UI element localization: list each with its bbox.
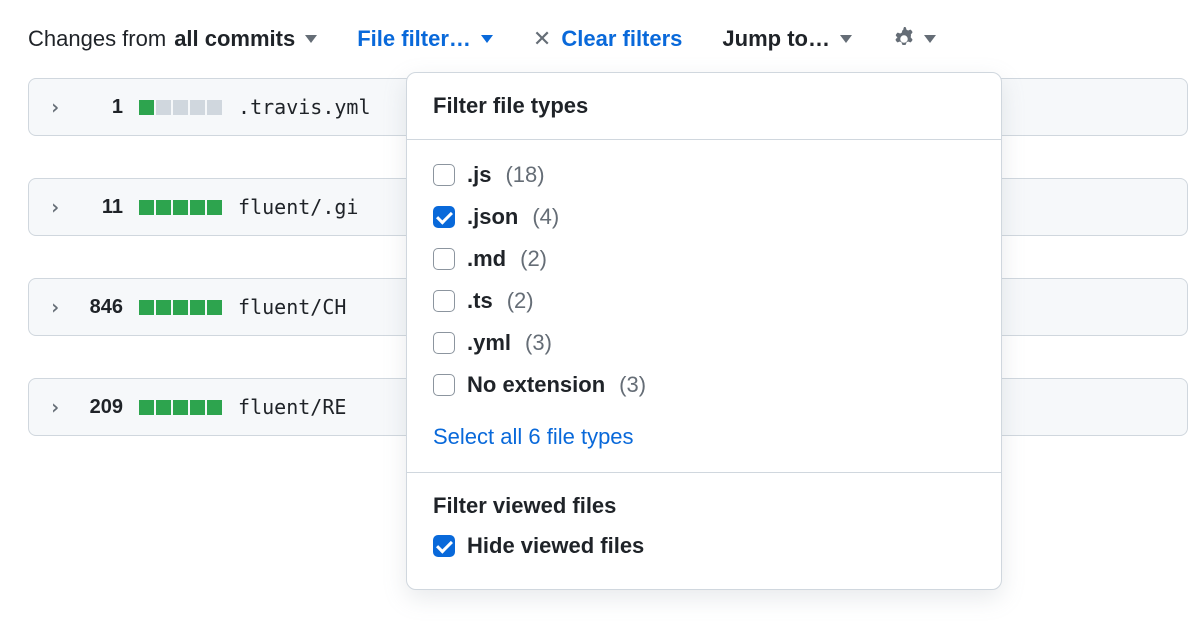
diffstat-bar bbox=[139, 300, 222, 315]
file-types-list: .js (18).json (4).md (2).ts (2).yml (3)N… bbox=[407, 140, 1001, 412]
file-type-checkbox[interactable] bbox=[433, 164, 455, 186]
chevron-right-icon[interactable]: › bbox=[49, 295, 61, 319]
file-type-label: .md bbox=[467, 246, 506, 272]
changes-from-value: all commits bbox=[174, 26, 295, 52]
diff-toolbar: Changes from all commits File filter… ✕ … bbox=[0, 0, 1188, 78]
chevron-right-icon[interactable]: › bbox=[49, 195, 61, 219]
hide-viewed-checkbox[interactable] bbox=[433, 535, 455, 557]
file-name: fluent/RE bbox=[238, 395, 346, 419]
file-filter-menu: Filter file types .js (18).json (4).md (… bbox=[406, 72, 1002, 590]
file-type-label: .ts bbox=[467, 288, 493, 314]
diffstat-bar bbox=[139, 100, 222, 115]
select-all-link[interactable]: Select all 6 file types bbox=[407, 412, 1001, 472]
chevron-right-icon[interactable]: › bbox=[49, 95, 61, 119]
file-type-label: .js bbox=[467, 162, 491, 188]
diff-count: 209 bbox=[77, 396, 123, 419]
diffstat-bar bbox=[139, 400, 222, 415]
file-type-count: (3) bbox=[619, 372, 646, 398]
x-icon: ✕ bbox=[533, 28, 551, 50]
file-type-row[interactable]: .json (4) bbox=[433, 196, 975, 238]
settings-dropdown[interactable] bbox=[892, 27, 936, 51]
file-name: fluent/CH bbox=[238, 295, 346, 319]
caret-down-icon bbox=[481, 35, 493, 43]
file-filter-dropdown[interactable]: File filter… bbox=[357, 26, 493, 52]
file-type-checkbox[interactable] bbox=[433, 332, 455, 354]
file-type-count: (4) bbox=[532, 204, 559, 230]
file-type-label: .yml bbox=[467, 330, 511, 356]
changes-from-dropdown[interactable]: Changes from all commits bbox=[28, 26, 317, 52]
file-type-row[interactable]: .ts (2) bbox=[433, 280, 975, 322]
file-type-checkbox[interactable] bbox=[433, 248, 455, 270]
hide-viewed-row[interactable]: Hide viewed files bbox=[433, 525, 975, 567]
caret-down-icon bbox=[305, 35, 317, 43]
file-name: fluent/.gi bbox=[238, 195, 358, 219]
file-type-label: No extension bbox=[467, 372, 605, 398]
clear-filters-label: Clear filters bbox=[561, 26, 682, 52]
diff-count: 846 bbox=[77, 296, 123, 319]
file-type-row[interactable]: No extension (3) bbox=[433, 364, 975, 406]
file-type-label: .json bbox=[467, 204, 518, 230]
chevron-right-icon[interactable]: › bbox=[49, 395, 61, 419]
diff-count: 1 bbox=[77, 96, 123, 119]
file-type-count: (2) bbox=[520, 246, 547, 272]
filter-types-header: Filter file types bbox=[407, 73, 1001, 140]
file-type-checkbox[interactable] bbox=[433, 374, 455, 396]
file-type-checkbox[interactable] bbox=[433, 206, 455, 228]
file-type-count: (18) bbox=[505, 162, 544, 188]
gear-icon bbox=[892, 27, 916, 51]
file-filter-label: File filter… bbox=[357, 26, 471, 52]
file-type-count: (3) bbox=[525, 330, 552, 356]
hide-viewed-label: Hide viewed files bbox=[467, 533, 644, 559]
file-type-row[interactable]: .md (2) bbox=[433, 238, 975, 280]
file-type-count: (2) bbox=[507, 288, 534, 314]
jump-to-label: Jump to… bbox=[722, 26, 830, 52]
changes-from-prefix: Changes from bbox=[28, 26, 166, 52]
diff-count: 11 bbox=[77, 196, 123, 219]
file-name: .travis.yml bbox=[238, 95, 370, 119]
clear-filters-button[interactable]: ✕ Clear filters bbox=[533, 26, 683, 52]
caret-down-icon bbox=[924, 35, 936, 43]
file-type-row[interactable]: .js (18) bbox=[433, 154, 975, 196]
file-type-checkbox[interactable] bbox=[433, 290, 455, 312]
jump-to-dropdown[interactable]: Jump to… bbox=[722, 26, 852, 52]
caret-down-icon bbox=[840, 35, 852, 43]
diffstat-bar bbox=[139, 200, 222, 215]
filter-viewed-header: Filter viewed files bbox=[407, 473, 1001, 519]
file-type-row[interactable]: .yml (3) bbox=[433, 322, 975, 364]
